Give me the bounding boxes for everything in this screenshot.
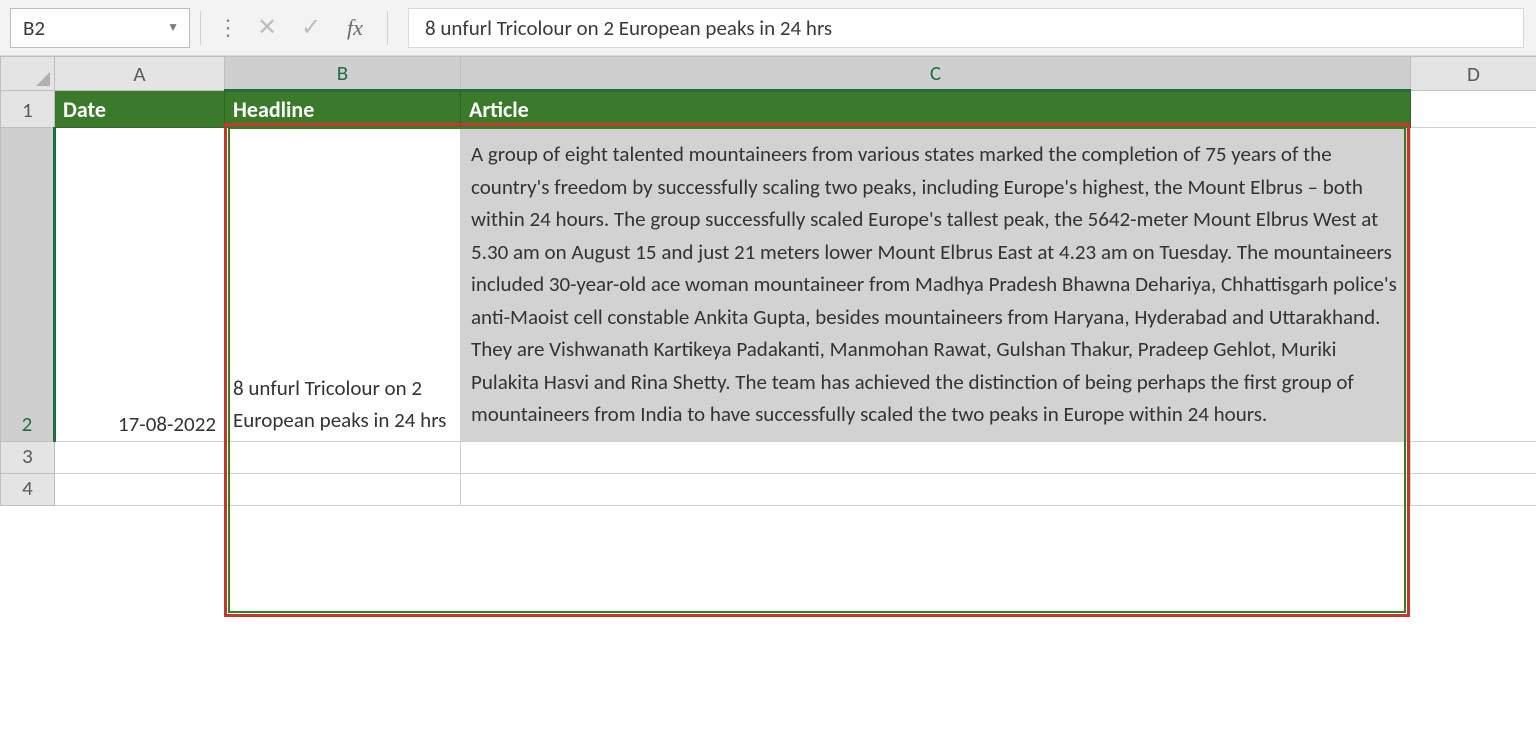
separator [200,11,201,45]
name-box-value: B2 [23,15,45,41]
cell-D4[interactable] [1411,473,1536,505]
col-header-A[interactable]: A [55,57,225,91]
col-header-D[interactable]: D [1411,57,1536,91]
cell-C2-article[interactable]: A group of eight talented mountaineers f… [461,128,1411,442]
cancel-formula-button[interactable]: ✕ [245,8,289,48]
cell-C4[interactable] [461,473,1411,505]
row-header-1[interactable]: 1 [1,91,55,128]
cell-A4[interactable] [55,473,225,505]
sheet-table: A B C D 1 Date Headline Article 2 17-08-… [0,56,1536,506]
chevron-down-icon: ▼ [167,20,179,35]
formula-bar-strip: B2 ▼ ⋮ ✕ ✓ fx [0,0,1536,56]
cell-B4[interactable] [225,473,461,505]
col-header-C[interactable]: C [461,57,1411,91]
table-header-row: 1 Date Headline Article [1,91,1536,128]
table-row: 2 17-08-2022 8 unfurl Tricolour on 2 Eur… [1,128,1536,442]
table-row: 3 [1,441,1536,473]
header-date[interactable]: Date [55,91,225,128]
row-header-3[interactable]: 3 [1,441,55,473]
cell-D1[interactable] [1411,91,1536,128]
formula-bar-input-wrap [408,8,1524,48]
cell-D2[interactable] [1411,128,1536,442]
cell-A2-date[interactable]: 17-08-2022 [55,128,225,442]
row-header-2[interactable]: 2 [1,128,55,442]
spreadsheet-grid[interactable]: A B C D 1 Date Headline Article 2 17-08-… [0,56,1536,506]
formula-bar-input[interactable] [423,14,1509,42]
name-box[interactable]: B2 ▼ [10,8,190,48]
select-all-corner[interactable] [1,57,55,91]
cell-D3[interactable] [1411,441,1536,473]
column-header-row: A B C D [1,57,1536,91]
row-header-4[interactable]: 4 [1,473,55,505]
separator [387,11,388,45]
col-header-B[interactable]: B [225,57,461,91]
more-dots-icon: ⋮ [211,14,245,41]
cell-C3[interactable] [461,441,1411,473]
fx-icon: fx [347,15,363,41]
table-row: 4 [1,473,1536,505]
cell-B3[interactable] [225,441,461,473]
accept-formula-button[interactable]: ✓ [289,8,333,48]
header-headline[interactable]: Headline [225,91,461,128]
header-article[interactable]: Article [461,91,1411,128]
insert-function-button[interactable]: fx [333,8,377,48]
cell-A3[interactable] [55,441,225,473]
cell-B2-headline[interactable]: 8 unfurl Tricolour on 2 European peaks i… [225,128,461,442]
